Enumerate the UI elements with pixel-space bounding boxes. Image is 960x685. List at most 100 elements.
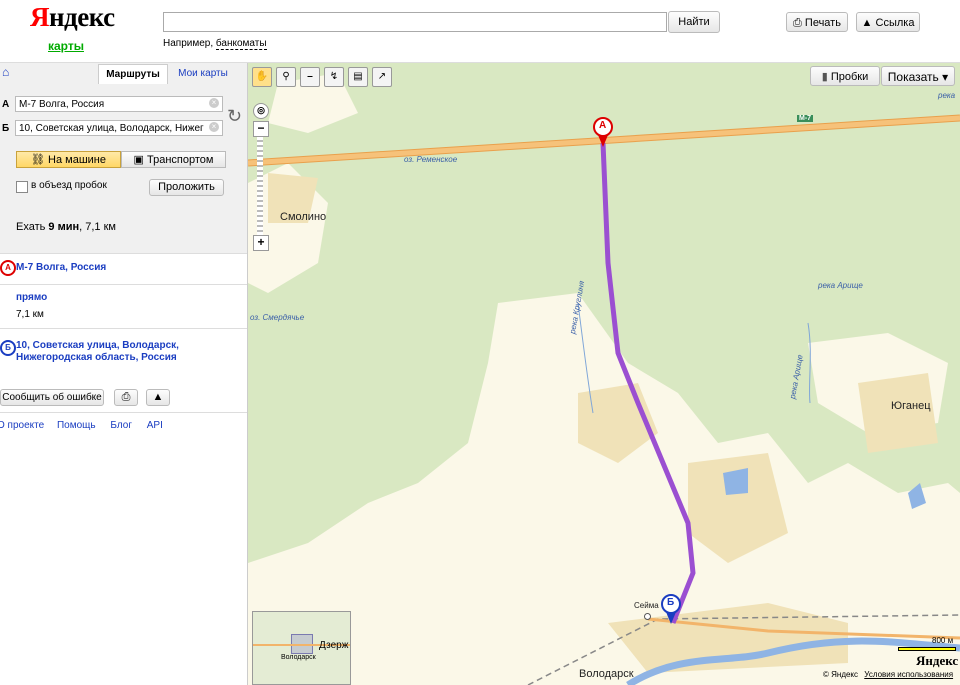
place-smolino[interactable]: Смолино (280, 211, 326, 223)
ruler-icon[interactable]: ⎯ (300, 67, 320, 87)
step-direction[interactable]: прямо (16, 292, 47, 303)
scale-bar-color (898, 647, 956, 651)
divider (0, 284, 247, 285)
header: Яндекс карты Найти Например, банкоматы ⎙… (0, 0, 960, 63)
search-input[interactable] (163, 12, 667, 32)
bus-icon: ▣ (133, 154, 144, 166)
divider (0, 328, 247, 329)
locate-icon[interactable]: ◎ (253, 103, 269, 119)
printer-icon: ⎙ (121, 391, 131, 403)
route-summary: Ехать 9 мин, 7,1 км (16, 221, 116, 233)
tab-routes[interactable]: Маршруты (98, 64, 168, 84)
search-button[interactable]: Найти (668, 11, 720, 33)
map-canvas (248, 73, 960, 685)
point-b-value: 10, Советская улица, Володарск, Нижег (19, 123, 204, 134)
hint-prefix: Например, (163, 38, 216, 49)
label-lake-smerdyache: оз. Смердячье (250, 313, 305, 322)
link-button[interactable]: ▲ Ссылка (856, 12, 920, 32)
point-a-field[interactable]: М-7 Волга, Россия × (15, 96, 223, 112)
terms-link[interactable]: Условия использования (864, 670, 953, 679)
printer-icon: ⎙ (793, 17, 802, 29)
pin-icon: ▲ (861, 17, 873, 29)
route-tool-icon[interactable]: ↯ (324, 67, 344, 87)
swap-icon[interactable]: ↻ (227, 101, 242, 131)
zoom-in-button[interactable]: + (253, 235, 269, 251)
step-distance: 7,1 км (16, 309, 44, 320)
step-b-marker-icon: Б (0, 340, 16, 356)
print-route-button[interactable]: ⎙ (114, 389, 138, 406)
search-hint: Например, банкоматы (163, 38, 267, 50)
place-yuganets[interactable]: Юганец (891, 400, 931, 412)
footer-link-help[interactable]: Помощь (57, 420, 96, 431)
point-b-field[interactable]: 10, Советская улица, Володарск, Нижег × (15, 120, 223, 136)
point-a-value: М-7 Волга, Россия (19, 99, 105, 110)
traffic-button[interactable]: ▮ Пробки (810, 66, 880, 86)
divider (0, 412, 247, 413)
point-a-label: А (2, 99, 10, 110)
traffic-tool-icon[interactable]: ▤ (348, 67, 368, 87)
step-b-address-line2[interactable]: Нижегородская область, Россия (16, 352, 177, 363)
label-lake-remenskoe: оз. Ременское (404, 155, 458, 164)
step-a-address[interactable]: М-7 Волга, Россия (16, 262, 106, 273)
link-route-button[interactable]: ▲ (146, 389, 170, 406)
scale-label: 800 м (932, 636, 954, 645)
overview-minimap[interactable]: Дзерж Володарск (252, 611, 351, 685)
route-form: ⌂ Маршруты Мои карты А М-7 Волга, Россия… (0, 63, 247, 254)
minimap-label-volodarsk: Володарск (281, 654, 316, 661)
traffic-light-icon: ▮ (821, 71, 828, 83)
logo-rest: ндекс (49, 2, 115, 32)
link-label: Ссылка (875, 17, 915, 29)
station-dot-icon (644, 613, 651, 620)
yandex-logo[interactable]: Яндекс (30, 2, 115, 33)
marker-a-label[interactable]: А (599, 120, 606, 131)
build-route-button[interactable]: Проложить (149, 179, 224, 196)
show-layers-button[interactable]: Показать ▾ (881, 66, 955, 86)
pin-icon: ▲ (152, 391, 164, 403)
footer-link-api[interactable]: API (147, 420, 163, 431)
magnifier-icon[interactable]: ⚲ (276, 67, 296, 87)
summary-time: 9 мин (48, 221, 80, 233)
car-icon: ⛓ (31, 154, 45, 166)
print-button[interactable]: ⎙ Печать (786, 12, 848, 32)
route-panel: ⌂ Маршруты Мои карты А М-7 Волга, Россия… (0, 63, 259, 685)
marker-b-label[interactable]: Б (667, 597, 674, 608)
avoid-traffic-label: в объезд пробок (31, 180, 107, 191)
hint-example[interactable]: банкоматы (215, 38, 267, 50)
copyright-text: © Яндекс (823, 670, 859, 679)
footer-link-about[interactable]: О проекте (0, 420, 44, 431)
select-tool-icon[interactable]: ↗ (372, 67, 392, 87)
summary-distance: , 7,1 км (79, 221, 116, 233)
tab-my-maps[interactable]: Мои карты (172, 64, 234, 83)
maps-link[interactable]: карты (48, 39, 84, 53)
settlement-area (858, 373, 938, 453)
zoom-slider[interactable] (257, 137, 263, 237)
summary-prefix: Ехать (16, 221, 49, 233)
avoid-traffic-checkbox[interactable] (16, 181, 28, 193)
step-b-address-line1[interactable]: 10, Советская улица, Володарск, (16, 340, 179, 351)
map-view[interactable]: А Б ✋ ⚲ ⎯ ↯ ▤ ↗ ◎ − + ▮ Пробки Показать … (248, 63, 960, 685)
copyright: © Яндекс Условия использования (823, 670, 953, 679)
traffic-label: Пробки (830, 71, 869, 83)
print-label: Печать (804, 17, 841, 29)
home-icon[interactable]: ⌂ (2, 65, 9, 79)
footer-links: О проекте Помощь Блог API (0, 420, 163, 431)
clear-b-icon[interactable]: × (209, 122, 219, 132)
minimap-label-dzerzh: Дзерж (319, 640, 349, 651)
point-b-label: Б (2, 123, 10, 134)
dropdown-arrow-icon: ▾ (942, 70, 949, 84)
zoom-out-button[interactable]: − (253, 121, 269, 137)
report-error-button[interactable]: Сообщить об ошибке (0, 389, 104, 406)
show-label: Показать (887, 70, 939, 84)
place-volodarsk[interactable]: Володарск (579, 668, 634, 680)
footer-link-blog[interactable]: Блог (110, 420, 132, 431)
mode-transport-button[interactable]: ▣ Транспортом (121, 151, 226, 168)
drag-hand-icon[interactable]: ✋ (252, 67, 272, 87)
mode-transport-label: Транспортом (147, 154, 214, 166)
place-seima[interactable]: Сейма (634, 601, 659, 610)
stream (807, 322, 811, 404)
mode-car-label: На машине (48, 154, 106, 166)
step-a-marker-icon: А (0, 260, 16, 276)
label-river-top: река (938, 91, 956, 100)
clear-a-icon[interactable]: × (209, 98, 219, 108)
mode-car-button[interactable]: ⛓ На машине (16, 151, 121, 168)
